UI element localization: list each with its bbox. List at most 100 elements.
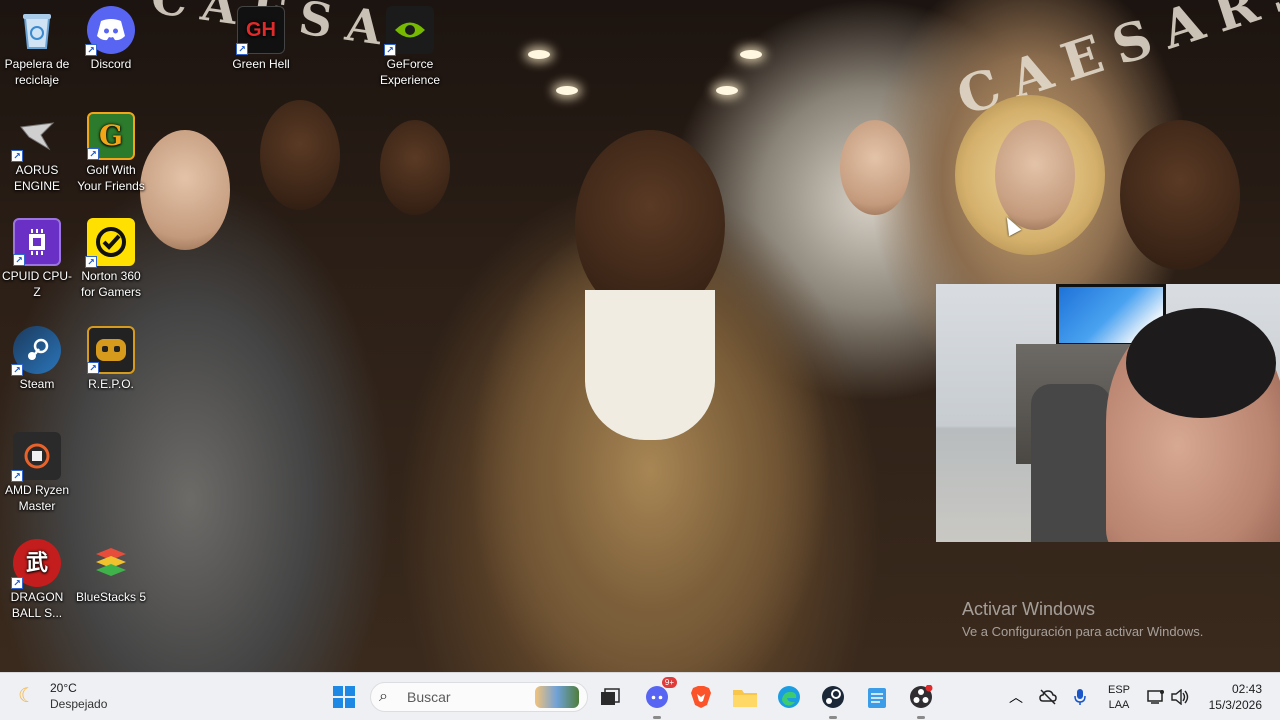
geforce-icon: ↗ — [384, 6, 434, 56]
notification-badge: 9+ — [661, 677, 677, 688]
norton-icon: ↗ — [85, 218, 135, 268]
discord-icon: ↗ — [85, 6, 135, 56]
webcam-background-chair — [1031, 384, 1111, 542]
taskbar-app-brave[interactable] — [685, 681, 717, 713]
language-indicator[interactable]: ESP LAA — [1104, 683, 1134, 713]
speaker-icon — [1171, 689, 1189, 705]
shortcut-arrow-icon: ↗ — [13, 254, 25, 266]
desktop-icon-label: AMD Ryzen Master — [4, 483, 69, 513]
taskbar-app-file-explorer[interactable] — [729, 681, 761, 713]
shortcut-arrow-icon: ↗ — [85, 44, 97, 56]
desktop-icon-label: Steam — [19, 377, 55, 391]
activation-title: Activar Windows — [962, 599, 1096, 619]
dragonball-icon: 武 ↗ — [11, 539, 61, 589]
taskbar-app-discord[interactable]: 9+ — [641, 677, 677, 719]
desktop-icon-label: Discord — [90, 57, 132, 71]
windows-logo-icon — [333, 686, 355, 708]
webcam-overlay — [936, 284, 1280, 542]
desktop-icon-cpuz[interactable]: ↗ CPUID CPU-Z — [0, 214, 74, 300]
taskbar-app-steam[interactable] — [817, 681, 849, 719]
discord-icon — [646, 686, 668, 708]
tray-network-status[interactable] — [1033, 681, 1063, 713]
cloud-offline-icon — [1039, 689, 1057, 705]
desktop-icon-bluestacks[interactable]: BlueStacks 5 — [74, 535, 148, 605]
show-hidden-icons-button[interactable]: ︿ — [1001, 681, 1031, 713]
desktop-icon-golf[interactable]: G ↗ Golf With Your Friends — [74, 108, 148, 194]
desktop-icon-label: DRAGON BALL S... — [10, 590, 64, 620]
taskbar-app-notepad[interactable] — [861, 681, 893, 713]
wallpaper-face — [995, 120, 1075, 230]
repo-icon: ↗ — [87, 326, 135, 374]
weather-condition: Despejado — [50, 697, 108, 711]
running-indicator — [653, 716, 661, 719]
task-view-button[interactable] — [594, 681, 626, 713]
steam-icon — [822, 686, 844, 708]
shortcut-arrow-icon: ↗ — [11, 577, 23, 589]
golf-icon: G ↗ — [87, 112, 135, 160]
taskbar-search[interactable]: ⌕ Buscar — [370, 682, 588, 712]
desktop-icon-geforce[interactable]: ↗ GeForce Experience — [373, 2, 447, 88]
desktop-icon-aorus[interactable]: ↗ AORUS ENGINE — [0, 108, 74, 194]
desktop-icon-repo[interactable]: ↗ R.E.P.O. — [74, 322, 148, 392]
tray-microphone[interactable] — [1065, 681, 1095, 713]
shortcut-arrow-icon: ↗ — [87, 148, 99, 160]
shortcut-arrow-icon: ↗ — [11, 470, 23, 482]
desktop-icon-norton[interactable]: ↗ Norton 360 for Gamers — [74, 214, 148, 300]
weather-widget[interactable]: ☾ 20°C Despejado — [18, 680, 107, 712]
taskbar-clock[interactable]: 02:43 15/3/2026 — [1198, 681, 1262, 713]
desktop-icon-ryzen[interactable]: ↗ AMD Ryzen Master — [0, 428, 74, 514]
edge-icon — [778, 686, 800, 708]
aorus-icon: ↗ — [11, 112, 61, 162]
chevron-up-icon: ︿ — [1009, 689, 1023, 705]
wallpaper-face — [380, 120, 450, 215]
shortcut-arrow-icon: ↗ — [85, 256, 97, 268]
notepad-icon — [868, 688, 886, 708]
moon-icon: ☾ — [18, 685, 36, 707]
recycle-bin-icon — [13, 6, 61, 54]
taskbar-app-obs[interactable] — [905, 681, 937, 719]
desktop-icon-label: BlueStacks 5 — [75, 590, 147, 604]
search-highlight-image — [535, 686, 579, 708]
keyboard-layout: LAA — [1108, 699, 1130, 711]
running-indicator — [917, 716, 925, 719]
shortcut-arrow-icon: ↗ — [384, 44, 396, 56]
desktop-icon-steam[interactable]: ↗ Steam — [0, 322, 74, 392]
shortcut-arrow-icon: ↗ — [87, 362, 99, 374]
wallpaper-face — [840, 120, 910, 215]
shortcut-arrow-icon: ↗ — [11, 364, 23, 376]
desktop-icon-recycle-bin[interactable]: Papelera de reciclaje — [0, 2, 74, 88]
steam-icon: ↗ — [11, 326, 61, 376]
ceiling-light — [716, 86, 738, 95]
start-button[interactable] — [328, 681, 360, 713]
desktop-icon-label: GeForce Experience — [379, 57, 441, 87]
wallpaper-face — [260, 100, 340, 210]
taskbar-app-edge[interactable] — [773, 681, 805, 713]
desktop-icon-label: R.E.P.O. — [88, 377, 134, 391]
wallpaper-face — [140, 130, 230, 250]
desktop-icon-discord[interactable]: ↗ Discord — [74, 2, 148, 72]
tray-volume[interactable] — [1166, 681, 1194, 713]
task-view-icon — [601, 688, 620, 705]
activation-subtitle: Ve a Configuración para activar Windows. — [962, 624, 1204, 639]
desktop-icon-label: CPUID CPU-Z — [1, 269, 72, 299]
desktop-icon-label: Papelera de reciclaje — [4, 57, 70, 87]
ceiling-light — [556, 86, 578, 95]
desktop-icon-dragonball[interactable]: 武 ↗ DRAGON BALL S... — [0, 535, 74, 621]
brave-icon — [691, 686, 711, 708]
wallpaper-shirt — [585, 290, 715, 440]
obs-icon — [910, 685, 933, 708]
language-code: ESP — [1107, 684, 1130, 696]
taskbar: ☾ 20°C Despejado ⌕ Buscar 9+ ︿ ESP LAA 0… — [0, 672, 1280, 720]
webcam-person-hair — [1126, 308, 1276, 418]
microphone-icon — [1074, 689, 1086, 705]
bluestacks-icon — [87, 539, 135, 587]
clock-time: 02:43 — [1231, 682, 1262, 696]
wallpaper-face — [1120, 120, 1240, 270]
desktop-icon-label: Golf With Your Friends — [77, 163, 145, 193]
desktop-icon-green-hell[interactable]: GH ↗ Green Hell — [224, 2, 298, 72]
windows-activation-watermark: Activar Windows Ve a Configuración para … — [962, 598, 1203, 642]
running-indicator — [829, 716, 837, 719]
desktop-icon-label: Green Hell — [232, 57, 290, 71]
weather-temp: 20°C — [50, 681, 77, 695]
clock-date: 15/3/2026 — [1208, 698, 1262, 712]
